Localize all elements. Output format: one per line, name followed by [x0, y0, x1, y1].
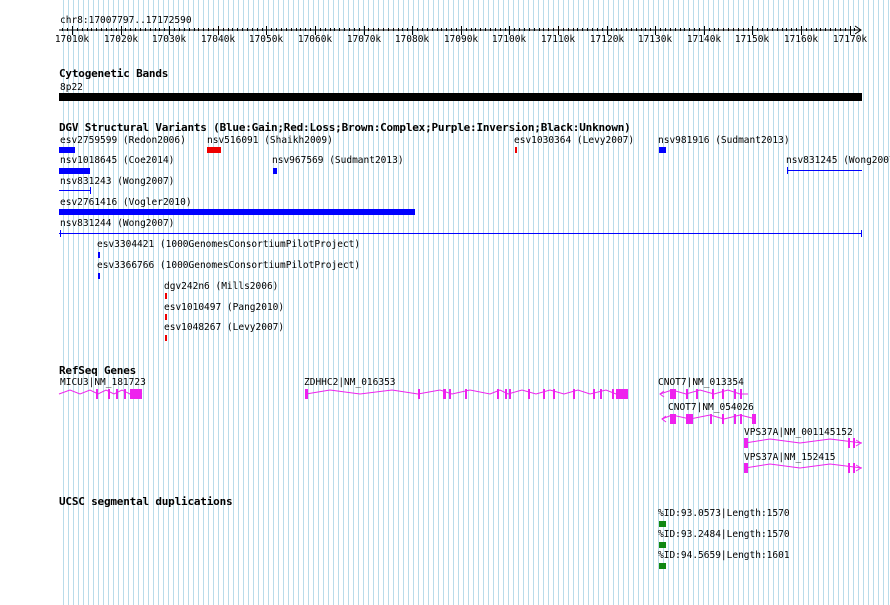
segdup-track-title: UCSC segmental duplications [59, 495, 233, 508]
gene-model-micu3[interactable] [58, 389, 143, 399]
gene-model-cnot7-nm013354[interactable] [659, 389, 748, 399]
segdup-feature-2[interactable] [659, 542, 666, 548]
segdup-label-3: %ID:94.5659|Length:1601 [658, 550, 790, 561]
segdup-label-2: %ID:93.2484|Length:1570 [658, 529, 790, 540]
segdup-feature-3[interactable] [659, 563, 666, 569]
genome-browser-panel: chr8:17007797..17172590 17010k 17020k 1703… [0, 0, 890, 605]
gene-model-vps37a-nm152415[interactable] [744, 463, 863, 473]
segdup-feature-1[interactable] [659, 521, 666, 527]
gene-model-zdhhc2[interactable] [305, 389, 629, 399]
gene-model-cnot7-nm054026[interactable] [661, 414, 757, 424]
segdup-label-1: %ID:93.0573|Length:1570 [658, 508, 790, 519]
gene-model-vps37a-nm001145152[interactable] [744, 438, 863, 448]
